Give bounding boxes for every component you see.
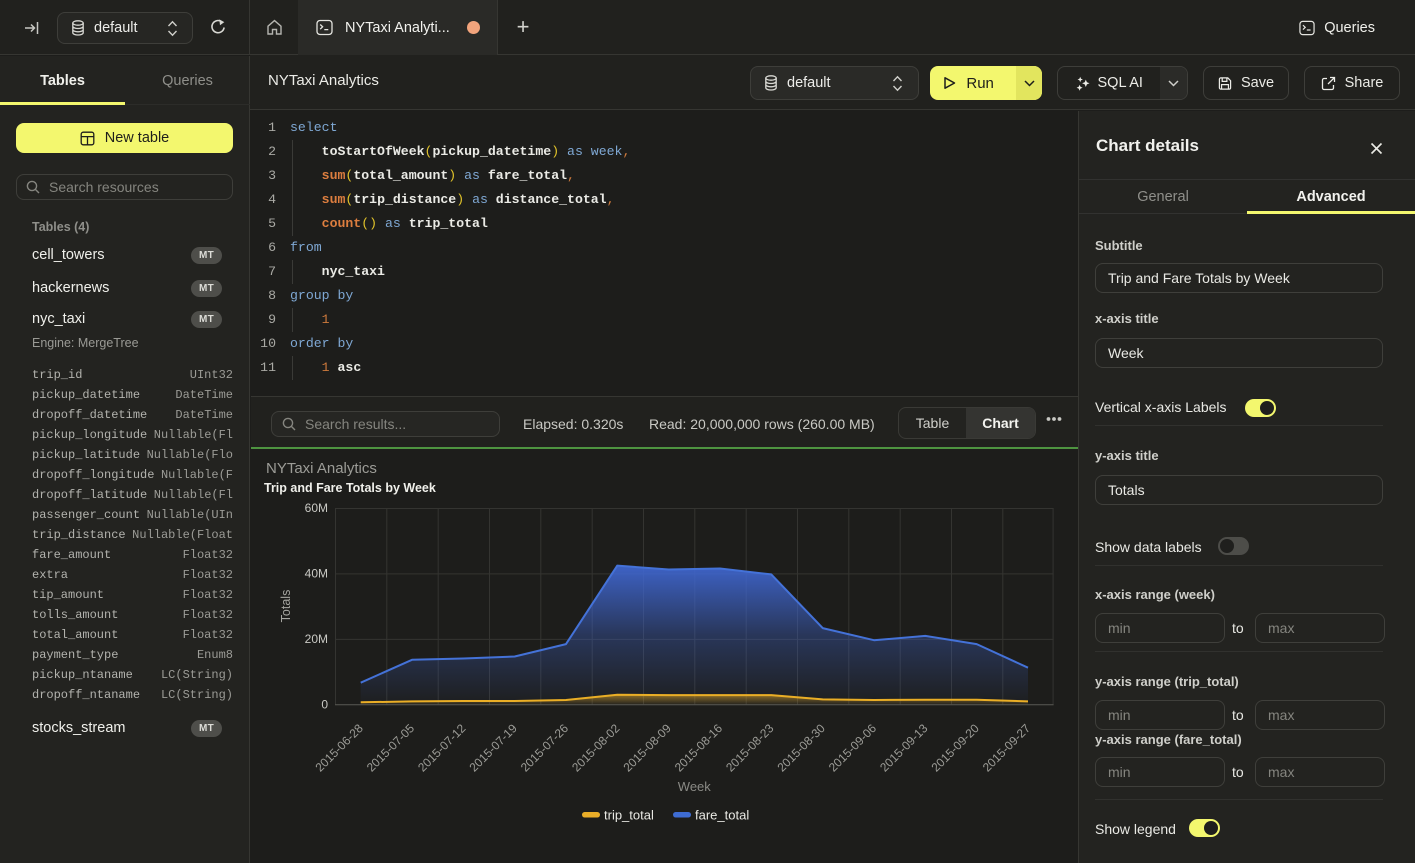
- svg-text:40M: 40M: [305, 566, 328, 580]
- svg-text:2015-07-19: 2015-07-19: [467, 721, 521, 775]
- svg-text:0: 0: [321, 697, 328, 711]
- svg-text:trip_total: trip_total: [604, 808, 654, 823]
- svg-text:fare_total: fare_total: [695, 808, 749, 823]
- svg-text:2015-07-26: 2015-07-26: [518, 721, 572, 775]
- svg-text:2015-07-05: 2015-07-05: [364, 721, 418, 775]
- svg-text:2015-08-23: 2015-08-23: [723, 721, 777, 775]
- svg-text:2015-06-28: 2015-06-28: [313, 721, 367, 775]
- svg-text:NYTaxi Analytics: NYTaxi Analytics: [266, 460, 377, 477]
- svg-text:Trip and Fare Totals by Week: Trip and Fare Totals by Week: [264, 481, 436, 495]
- svg-text:2015-09-06: 2015-09-06: [826, 721, 880, 775]
- svg-text:2015-09-13: 2015-09-13: [877, 721, 931, 775]
- svg-text:Totals: Totals: [279, 590, 293, 623]
- svg-text:2015-08-16: 2015-08-16: [672, 721, 726, 775]
- svg-text:2015-08-02: 2015-08-02: [569, 721, 623, 775]
- svg-text:2015-07-12: 2015-07-12: [415, 721, 469, 775]
- svg-text:60M: 60M: [305, 501, 328, 515]
- svg-text:2015-08-09: 2015-08-09: [621, 721, 675, 775]
- svg-text:Week: Week: [678, 779, 711, 794]
- svg-text:20M: 20M: [305, 632, 328, 646]
- svg-text:2015-09-20: 2015-09-20: [929, 721, 983, 775]
- svg-text:2015-09-27: 2015-09-27: [980, 721, 1034, 775]
- svg-text:2015-08-30: 2015-08-30: [775, 721, 829, 775]
